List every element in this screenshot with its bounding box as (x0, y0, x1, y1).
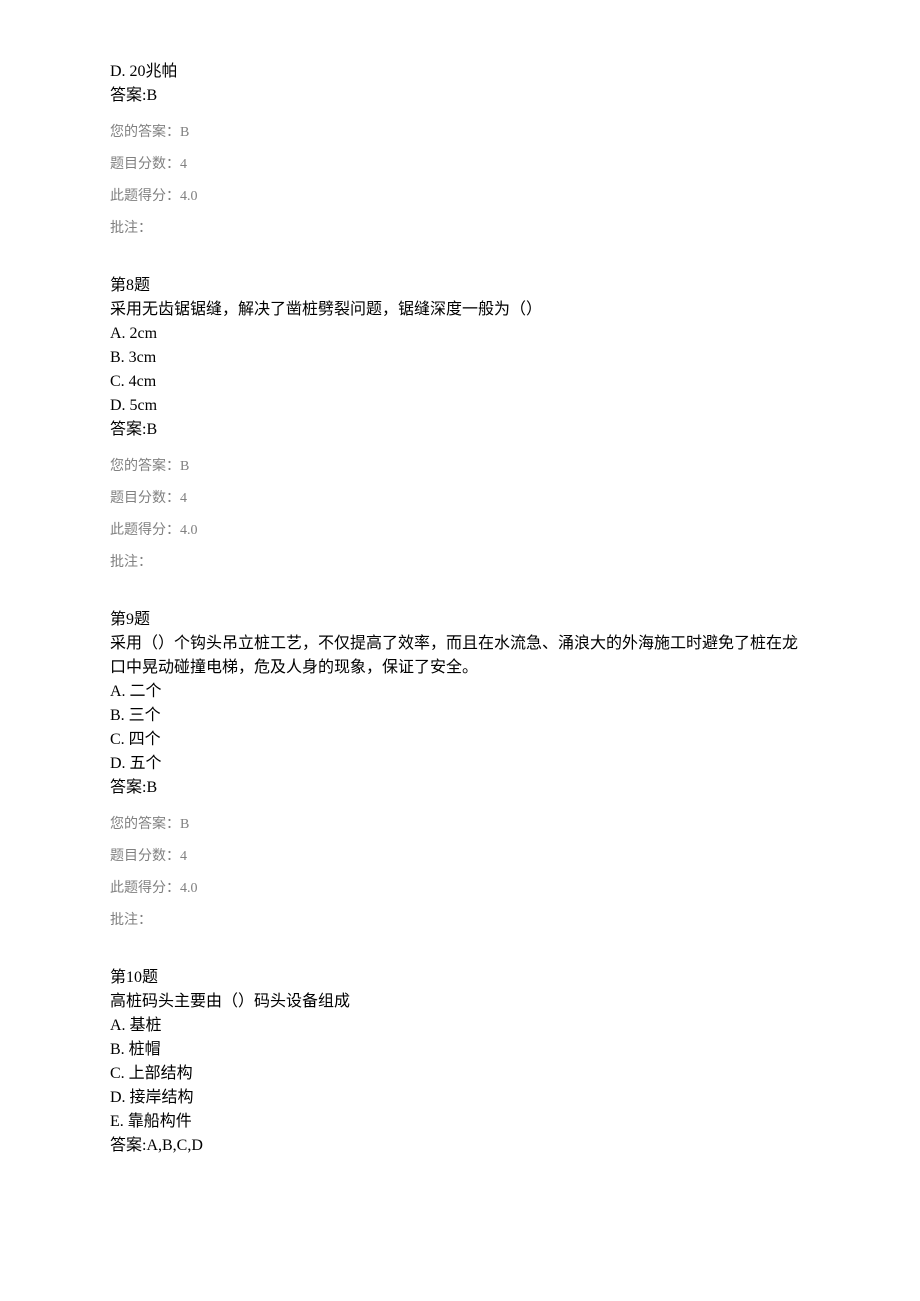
option-b: B. 桩帽 (110, 1038, 810, 1062)
answer-line: 答案:B (110, 776, 810, 800)
earned-score: 此题得分：4.0 (110, 882, 810, 896)
earned-score: 此题得分：4.0 (110, 190, 810, 204)
option-d: D. 5cm (110, 394, 810, 418)
question-stem: 高桩码头主要由（）码头设备组成 (110, 990, 810, 1014)
earned-score: 此题得分：4.0 (110, 524, 810, 538)
question-number: 第8题 (110, 274, 810, 298)
full-score: 题目分数：4 (110, 492, 810, 506)
option-d: D. 接岸结构 (110, 1086, 810, 1110)
full-score: 题目分数：4 (110, 158, 810, 172)
option-a: A. 二个 (110, 680, 810, 704)
full-score: 题目分数：4 (110, 850, 810, 864)
question-9: 第9题 采用（）个钩头吊立桩工艺，不仅提高了效率，而且在水流急、涌浪大的外海施工… (110, 608, 810, 928)
question-10: 第10题 高桩码头主要由（）码头设备组成 A. 基桩 B. 桩帽 C. 上部结构… (110, 966, 810, 1158)
option-a: A. 2cm (110, 322, 810, 346)
your-answer: 您的答案：B (110, 818, 810, 832)
question-stem: 采用无齿锯锯缝，解决了凿桩劈裂问题，锯缝深度一般为（） (110, 298, 810, 322)
meta-block: 您的答案：B 题目分数：4 此题得分：4.0 批注： (110, 818, 810, 928)
note-label: 批注： (110, 222, 810, 236)
option-c: C. 4cm (110, 370, 810, 394)
option-a: A. 基桩 (110, 1014, 810, 1038)
question-fragment: D. 20兆帕 答案:B 您的答案：B 题目分数：4 此题得分：4.0 批注： (110, 60, 810, 236)
question-number: 第10题 (110, 966, 810, 990)
option-d: D. 20兆帕 (110, 60, 810, 84)
question-stem: 采用（）个钩头吊立桩工艺，不仅提高了效率，而且在水流急、涌浪大的外海施工时避免了… (110, 632, 810, 680)
option-d: D. 五个 (110, 752, 810, 776)
note-label: 批注： (110, 914, 810, 928)
question-8: 第8题 采用无齿锯锯缝，解决了凿桩劈裂问题，锯缝深度一般为（） A. 2cm B… (110, 274, 810, 570)
document-page: D. 20兆帕 答案:B 您的答案：B 题目分数：4 此题得分：4.0 批注： … (0, 0, 920, 1218)
meta-block: 您的答案：B 题目分数：4 此题得分：4.0 批注： (110, 126, 810, 236)
answer-line: 答案:B (110, 418, 810, 442)
answer-line: 答案:A,B,C,D (110, 1134, 810, 1158)
note-label: 批注： (110, 556, 810, 570)
your-answer: 您的答案：B (110, 460, 810, 474)
option-b: B. 三个 (110, 704, 810, 728)
meta-block: 您的答案：B 题目分数：4 此题得分：4.0 批注： (110, 460, 810, 570)
option-e: E. 靠船构件 (110, 1110, 810, 1134)
option-c: C. 四个 (110, 728, 810, 752)
option-b: B. 3cm (110, 346, 810, 370)
question-number: 第9题 (110, 608, 810, 632)
your-answer: 您的答案：B (110, 126, 810, 140)
option-c: C. 上部结构 (110, 1062, 810, 1086)
answer-line: 答案:B (110, 84, 810, 108)
